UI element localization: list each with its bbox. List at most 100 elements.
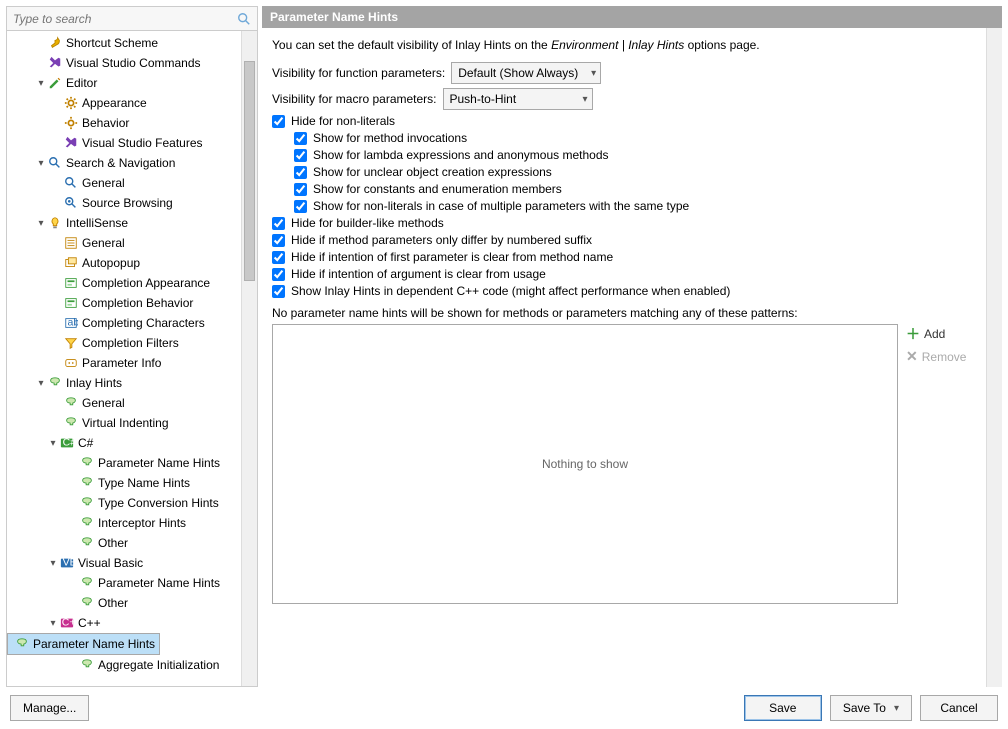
hint-icon — [63, 395, 79, 411]
patterns-label: No parameter name hints will be shown fo… — [272, 306, 976, 320]
cb-intent-first[interactable] — [272, 251, 285, 264]
vis-macro-select[interactable]: Push-to-Hint▾ — [443, 88, 593, 110]
tree-item-vb[interactable]: ▾VBVisual Basic — [7, 553, 241, 573]
tree-item-completion-appearance[interactable]: Completion Appearance — [7, 273, 241, 293]
search-icon — [237, 12, 257, 26]
footer: Manage... Save Save To▾ Cancel — [0, 687, 1008, 729]
x-icon: ✕ — [906, 348, 918, 365]
tree-item-vs-commands[interactable]: Visual Studio Commands — [7, 53, 241, 73]
cb-unclear-obj[interactable] — [294, 166, 307, 179]
magnifier-icon — [63, 195, 79, 211]
manage-button[interactable]: Manage... — [10, 695, 89, 721]
content-scrollbar[interactable] — [986, 28, 1002, 687]
search-input[interactable] — [7, 10, 237, 28]
gear-icon — [63, 115, 79, 131]
details-panel: Parameter Name Hints You can set the def… — [262, 6, 1002, 687]
cb-builder[interactable] — [272, 217, 285, 230]
tree-item-vs-features[interactable]: Visual Studio Features — [7, 133, 241, 153]
tree-label: IntelliSense — [66, 216, 128, 230]
cb-nonlit-multi[interactable] — [294, 200, 307, 213]
tree-item-general[interactable]: General — [7, 393, 241, 413]
vs-icon — [47, 55, 63, 71]
tree-item-cs-interceptor[interactable]: Interceptor Hints — [7, 513, 241, 533]
cancel-button[interactable]: Cancel — [920, 695, 998, 721]
save-to-button[interactable]: Save To▾ — [830, 695, 912, 721]
search-box[interactable] — [7, 7, 257, 31]
collapse-icon: ▾ — [47, 618, 59, 629]
tree-item-appearance[interactable]: Appearance — [7, 93, 241, 113]
tree-item-cs-type-conv[interactable]: Type Conversion Hints — [7, 493, 241, 513]
collapse-icon: ▾ — [35, 78, 47, 89]
cb-hide-nonliterals[interactable] — [272, 115, 285, 128]
tree-scrollbar[interactable] — [241, 31, 257, 686]
tree-item-editor[interactable]: ▾Editor — [7, 73, 241, 93]
plus-icon: ＋ — [906, 324, 920, 344]
tree-item-general[interactable]: General — [7, 233, 241, 253]
scrollbar-thumb[interactable] — [244, 61, 255, 281]
hint-icon — [79, 575, 95, 591]
cb-label: Hide if intention of first parameter is … — [291, 250, 613, 264]
tree-item-autopopup[interactable]: Autopopup — [7, 253, 241, 273]
list-icon — [63, 235, 79, 251]
hint-icon — [79, 515, 95, 531]
completion-icon — [63, 295, 79, 311]
options-tree[interactable]: Shortcut Scheme Visual Studio Commands ▾… — [7, 31, 241, 686]
popup-icon — [63, 255, 79, 271]
chevron-down-icon: ▾ — [894, 703, 899, 714]
cb-dep-cpp[interactable] — [272, 285, 285, 298]
save-button[interactable]: Save — [744, 695, 822, 721]
tree-label: Visual Studio Features — [82, 136, 203, 150]
cb-lambda[interactable] — [294, 149, 307, 162]
cb-num-suffix[interactable] — [272, 234, 285, 247]
tree-item-completion-filters[interactable]: Completion Filters — [7, 333, 241, 353]
tree-label: Type Name Hints — [98, 476, 190, 490]
tree-label: Inlay Hints — [66, 376, 122, 390]
remove-button: ✕Remove — [906, 348, 976, 365]
tree-item-search-nav[interactable]: ▾Search & Navigation — [7, 153, 241, 173]
add-button[interactable]: ＋Add — [906, 324, 976, 344]
tree-item-cpp-param-name[interactable]: Parameter Name Hints — [7, 633, 160, 655]
tree-item-parameter-info[interactable]: Parameter Info — [7, 353, 241, 373]
tree-item-source-browsing[interactable]: Source Browsing — [7, 193, 241, 213]
tree-label: Aggregate Initialization — [98, 658, 219, 672]
tree-item-intellisense[interactable]: ▾IntelliSense — [7, 213, 241, 233]
tree-item-shortcut-scheme[interactable]: Shortcut Scheme — [7, 33, 241, 53]
patterns-listbox[interactable]: Nothing to show — [272, 324, 898, 604]
collapse-icon: ▾ — [47, 558, 59, 569]
tree-item-behavior[interactable]: Behavior — [7, 113, 241, 133]
cb-const-enum[interactable] — [294, 183, 307, 196]
cb-method-invocations[interactable] — [294, 132, 307, 145]
csharp-icon: C# — [59, 435, 75, 451]
tree-item-csharp[interactable]: ▾ C# C# — [7, 433, 241, 453]
panel-title: Parameter Name Hints — [262, 6, 1002, 28]
tree-item-cs-param-name[interactable]: Parameter Name Hints — [7, 453, 241, 473]
tree-label: C# — [78, 436, 93, 450]
tree-label: Behavior — [82, 116, 129, 130]
tree-item-completion-behavior[interactable]: Completion Behavior — [7, 293, 241, 313]
tree-item-virtual-indenting[interactable]: Virtual Indenting — [7, 413, 241, 433]
tree-item-completing-chars[interactable]: abCompleting Characters — [7, 313, 241, 333]
tree-item-inlay-hints[interactable]: ▾Inlay Hints — [7, 373, 241, 393]
tree-item-cs-other[interactable]: Other — [7, 533, 241, 553]
cpp-icon: C++ — [59, 615, 75, 631]
tree-label: Parameter Name Hints — [33, 637, 155, 651]
svg-text:C#: C# — [63, 437, 74, 449]
hint-icon — [79, 595, 95, 611]
cb-label: Hide for non-literals — [291, 114, 395, 128]
vis-func-select[interactable]: Default (Show Always)▾ — [451, 62, 601, 84]
tree-item-cpp[interactable]: ▾C++C++ — [7, 613, 241, 633]
hint-icon — [47, 375, 63, 391]
tree-label: Parameter Name Hints — [98, 456, 220, 470]
tree-item-cpp-agg-init[interactable]: Aggregate Initialization — [7, 655, 241, 675]
collapse-icon: ▾ — [47, 438, 59, 449]
vis-func-label: Visibility for function parameters: — [272, 66, 445, 80]
tree-label: Shortcut Scheme — [66, 36, 158, 50]
tree-label: Source Browsing — [82, 196, 173, 210]
tree-item-general[interactable]: General — [7, 173, 241, 193]
tree-item-vb-param-name[interactable]: Parameter Name Hints — [7, 573, 241, 593]
tree-item-vb-other[interactable]: Other — [7, 593, 241, 613]
tree-label: Visual Basic — [78, 556, 143, 570]
tree-item-cs-type-name[interactable]: Type Name Hints — [7, 473, 241, 493]
tree-label: General — [82, 236, 125, 250]
cb-intent-arg[interactable] — [272, 268, 285, 281]
